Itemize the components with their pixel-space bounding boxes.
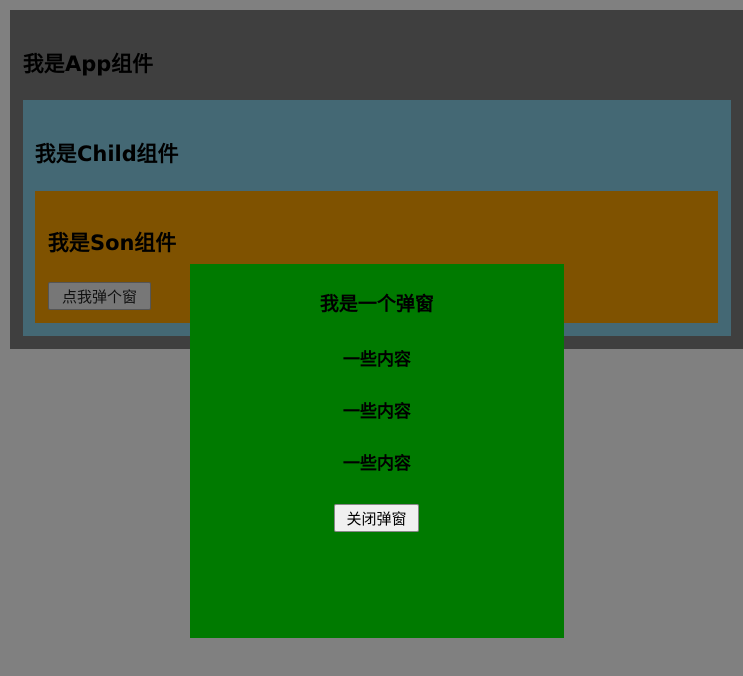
child-title: 我是Child组件	[35, 142, 179, 166]
modal-content-line: 一些内容	[343, 454, 411, 474]
modal-content-line: 一些内容	[343, 402, 411, 422]
modal-content-line: 一些内容	[343, 350, 411, 370]
modal-dialog: 我是一个弹窗 一些内容 一些内容 一些内容 关闭弹窗	[190, 264, 564, 638]
close-modal-button[interactable]: 关闭弹窗	[334, 504, 419, 532]
open-modal-button[interactable]: 点我弹个窗	[48, 282, 151, 310]
app-title: 我是App组件	[23, 52, 154, 76]
modal-title: 我是一个弹窗	[319, 293, 434, 315]
son-title: 我是Son组件	[48, 231, 177, 255]
